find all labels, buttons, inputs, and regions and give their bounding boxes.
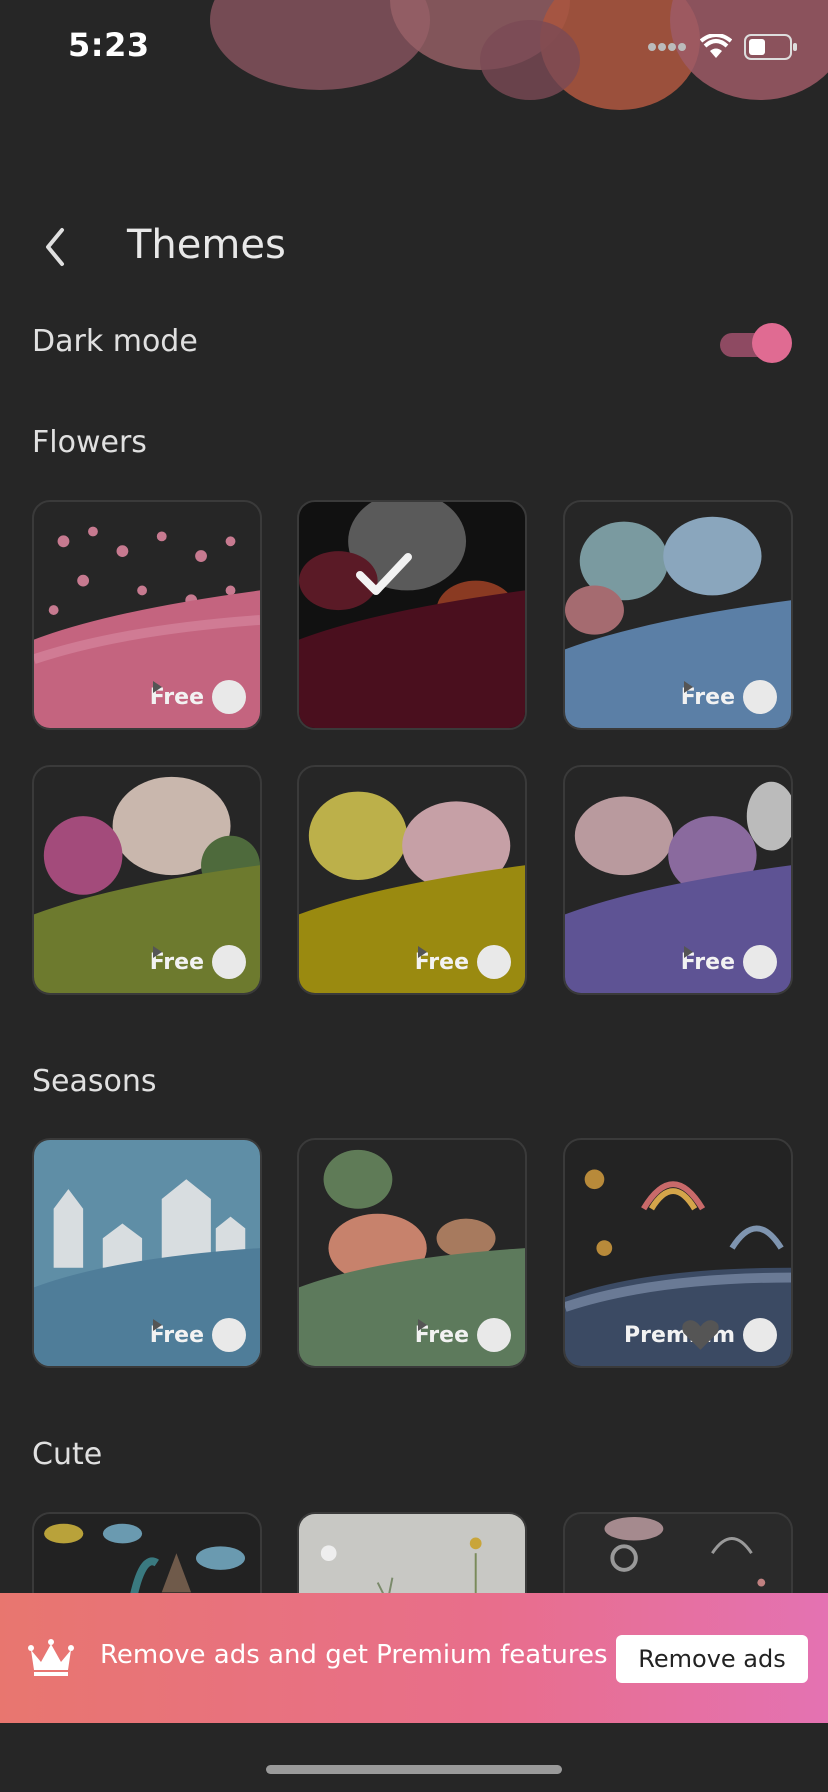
battery-icon <box>744 34 797 60</box>
theme-card-seasons-3[interactable]: Premium <box>563 1138 793 1368</box>
play-icon <box>152 1318 246 1352</box>
play-icon <box>152 680 246 714</box>
header-flower-decoration <box>210 0 828 110</box>
section-title-cute: Cute <box>32 1437 103 1472</box>
theme-card-flowers-3[interactable]: Free <box>563 500 793 730</box>
section-title-seasons: Seasons <box>32 1064 157 1099</box>
page-title: Themes <box>127 222 286 268</box>
theme-card-seasons-2[interactable]: Free <box>297 1138 527 1368</box>
free-badge: Free <box>415 945 511 979</box>
banner-text: Remove ads and get Premium features <box>100 1640 608 1670</box>
status-icons <box>648 34 798 60</box>
back-chevron-icon[interactable] <box>36 222 76 272</box>
play-icon <box>417 945 511 979</box>
home-indicator <box>266 1765 562 1774</box>
free-badge: Free <box>150 945 246 979</box>
free-badge: Free <box>681 945 777 979</box>
theme-card-flowers-5[interactable]: Free <box>297 765 527 995</box>
heart-crown-icon <box>682 1318 777 1352</box>
theme-card-flowers-2[interactable] <box>297 500 527 730</box>
play-icon <box>683 945 777 979</box>
play-icon <box>417 1318 511 1352</box>
dark-mode-toggle[interactable] <box>720 323 792 363</box>
remove-ads-button[interactable]: Remove ads <box>616 1635 808 1683</box>
free-badge: Free <box>150 1318 246 1352</box>
section-title-flowers: Flowers <box>32 425 147 460</box>
free-badge: Free <box>681 680 777 714</box>
free-badge: Free <box>150 680 246 714</box>
wifi-icon <box>700 34 732 58</box>
theme-card-flowers-6[interactable]: Free <box>563 765 793 995</box>
cellular-signal-icon <box>648 43 686 51</box>
play-icon <box>152 945 246 979</box>
status-time: 5:23 <box>68 26 150 64</box>
play-icon <box>683 680 777 714</box>
theme-card-flowers-4[interactable]: Free <box>32 765 262 995</box>
theme-card-flowers-1[interactable]: Free <box>32 500 262 730</box>
dark-mode-label: Dark mode <box>32 324 198 359</box>
premium-badge: Premium <box>624 1318 777 1352</box>
crown-icon <box>28 1639 74 1676</box>
selected-check-icon <box>356 553 412 595</box>
free-badge: Free <box>415 1318 511 1352</box>
theme-card-seasons-1[interactable]: Free <box>32 1138 262 1368</box>
